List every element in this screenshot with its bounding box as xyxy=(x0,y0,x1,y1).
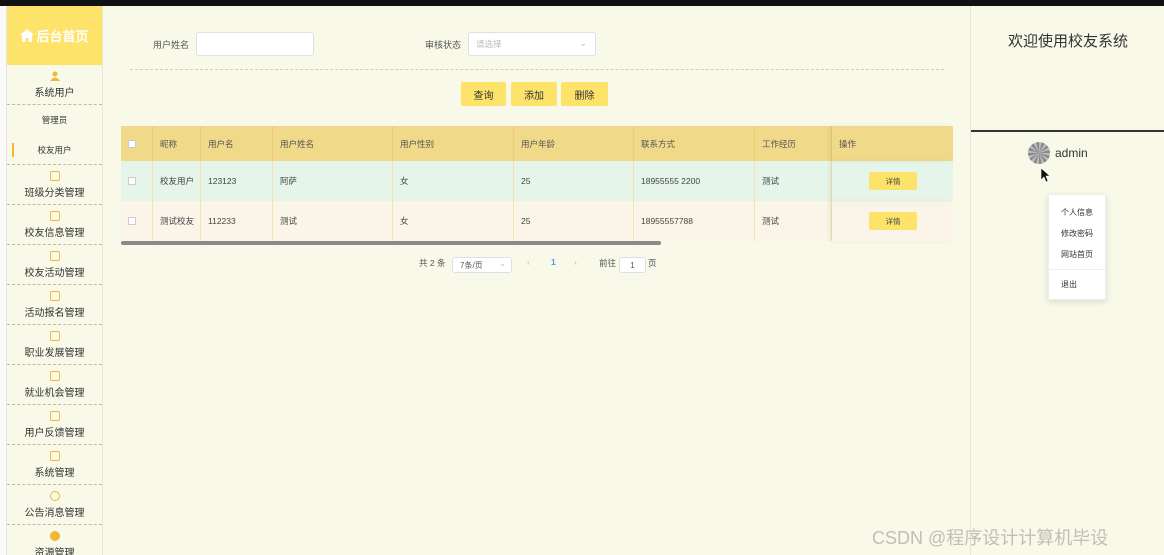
status-filter-label: 审核状态 xyxy=(425,40,462,50)
image-icon xyxy=(49,450,60,461)
watermark: CSDN @程序设计计算机毕设 xyxy=(872,528,1109,548)
info-icon xyxy=(49,490,60,501)
sidebar-brand[interactable]: 后台首页 xyxy=(7,6,102,65)
filter-separator xyxy=(130,69,944,70)
main-content: 用户姓名 审核状态 请选择 ⌄ 查询 添加 删除 昵称 用户名 用户姓名 用户性… xyxy=(103,6,970,555)
sidebar-item-system-users[interactable]: 系统用户 xyxy=(7,65,102,105)
cell-realname: 测试 xyxy=(273,201,393,241)
cell-nickname: 测试校友 xyxy=(153,201,201,241)
name-filter-input[interactable] xyxy=(196,32,314,56)
brand-title: 后台首页 xyxy=(36,29,89,44)
goto-page-input[interactable]: 1 xyxy=(619,257,646,273)
pin-icon xyxy=(49,531,60,541)
cell-work: 测试 xyxy=(755,161,832,201)
sidebar-item-career[interactable]: 职业发展管理 xyxy=(7,325,102,365)
cell-gender: 女 xyxy=(393,201,514,241)
right-panel: 欢迎使用校友系统 admin 个人信息 修改密码 网站首页 退出 xyxy=(970,6,1164,555)
goto-label: 前往 xyxy=(599,258,617,268)
page-unit: 页 xyxy=(648,258,657,268)
edit-icon xyxy=(49,250,60,261)
cell-username: 112233 xyxy=(201,201,273,241)
column-header[interactable]: 用户年龄 xyxy=(514,126,634,161)
cell-nickname: 校友用户 xyxy=(153,161,201,201)
home-icon xyxy=(20,29,35,42)
cell-realname: 阿萨 xyxy=(273,161,393,201)
pagination-total: 共 2 条 xyxy=(419,258,446,268)
sidebar-item-label: 系统用户 xyxy=(34,87,75,99)
cell-age: 25 xyxy=(514,201,634,241)
column-header[interactable]: 用户名 xyxy=(201,126,273,161)
right-divider xyxy=(971,130,1164,132)
edit-icon xyxy=(49,330,60,341)
column-header[interactable]: 用户姓名 xyxy=(273,126,393,161)
sidebar-item-feedback[interactable]: 用户反馈管理 xyxy=(7,405,102,445)
welcome-title: 欢迎使用校友系统 xyxy=(1007,33,1128,50)
row-checkbox[interactable] xyxy=(128,177,136,185)
cell-phone: 18955555 2200 xyxy=(634,161,755,201)
cell-gender: 女 xyxy=(393,161,514,201)
menu-item-profile[interactable]: 个人信息 xyxy=(1061,207,1093,218)
menu-item-site-home[interactable]: 网站首页 xyxy=(1061,249,1093,260)
page-size-select[interactable]: 7条/页 ⌄ xyxy=(452,257,512,273)
table-row[interactable]: 校友用户 123123 阿萨 女 25 18955555 2200 测试 详情 xyxy=(121,161,953,201)
username[interactable]: admin xyxy=(1055,146,1088,160)
horizontal-scrollbar[interactable] xyxy=(121,241,661,245)
cell-work: 测试 xyxy=(755,201,832,241)
edit-icon xyxy=(49,170,60,181)
next-page-icon[interactable]: › xyxy=(574,257,577,267)
detail-button[interactable]: 详情 xyxy=(869,212,917,230)
sidebar-item-system[interactable]: 系统管理 xyxy=(7,445,102,485)
left-window-edge xyxy=(0,6,7,555)
cell-age: 25 xyxy=(514,161,634,201)
add-button[interactable]: 添加 xyxy=(511,82,557,106)
name-filter-label: 用户姓名 xyxy=(153,40,190,50)
avatar[interactable] xyxy=(1028,142,1050,164)
cell-username: 123123 xyxy=(201,161,273,201)
sidebar-item-jobs[interactable]: 就业机会管理 xyxy=(7,365,102,405)
sidebar-subitem-admin[interactable]: 管理员 xyxy=(7,105,102,135)
alumni-users-table: 昵称 用户名 用户姓名 用户性别 用户年龄 联系方式 工作经历 操作 校友用户 … xyxy=(121,126,953,245)
select-all-cell xyxy=(121,126,153,161)
detail-button[interactable]: 详情 xyxy=(869,172,917,190)
sidebar-item-activity-signup[interactable]: 活动报名管理 xyxy=(7,285,102,325)
chevron-down-icon: ⌄ xyxy=(579,38,587,48)
table-row[interactable]: 测试校友 112233 测试 女 25 18955557788 测试 详情 xyxy=(121,201,953,241)
query-button[interactable]: 查询 xyxy=(461,82,506,106)
select-all-checkbox[interactable] xyxy=(128,139,136,148)
edit-icon xyxy=(49,210,60,221)
edit-icon xyxy=(49,370,60,381)
sidebar-item-announcements[interactable]: 公告消息管理 xyxy=(7,485,102,525)
user-dropdown-menu: 个人信息 修改密码 网站首页 退出 xyxy=(1048,194,1107,300)
user-icon xyxy=(49,71,60,81)
sidebar-item-alumni-info[interactable]: 校友信息管理 xyxy=(7,205,102,245)
sidebar-item-resources[interactable]: 资源管理 xyxy=(7,525,102,555)
menu-item-logout[interactable]: 退出 xyxy=(1061,279,1077,290)
menu-divider xyxy=(1049,269,1107,270)
prev-page-icon[interactable]: ‹ xyxy=(527,257,530,267)
sidebar-item-class-category[interactable]: 班级分类管理 xyxy=(7,165,102,205)
column-header[interactable]: 用户性别 xyxy=(393,126,514,161)
edit-icon xyxy=(49,410,60,421)
menu-item-change-password[interactable]: 修改密码 xyxy=(1061,228,1093,239)
edit-icon xyxy=(49,290,60,301)
current-page[interactable]: 1 xyxy=(551,257,556,267)
table-header: 昵称 用户名 用户姓名 用户性别 用户年龄 联系方式 工作经历 操作 xyxy=(121,126,953,161)
chevron-down-icon: ⌄ xyxy=(499,259,506,268)
column-header[interactable]: 工作经历 xyxy=(755,126,832,161)
sidebar: 后台首页 系统用户 管理员 校友用户 班级分类管理 校友信息管理 校友活动管理 … xyxy=(7,6,103,555)
sidebar-item-alumni-activity[interactable]: 校友活动管理 xyxy=(7,245,102,285)
row-checkbox[interactable] xyxy=(128,217,136,225)
mouse-cursor-icon xyxy=(1041,168,1051,183)
column-header: 操作 xyxy=(832,126,953,161)
cell-phone: 18955557788 xyxy=(634,201,755,241)
status-filter-select[interactable]: 请选择 ⌄ xyxy=(468,32,596,56)
column-header[interactable]: 昵称 xyxy=(153,126,201,161)
sidebar-subitem-alumni-users[interactable]: 校友用户 xyxy=(7,135,102,165)
delete-button[interactable]: 删除 xyxy=(561,82,608,106)
column-header[interactable]: 联系方式 xyxy=(634,126,755,161)
